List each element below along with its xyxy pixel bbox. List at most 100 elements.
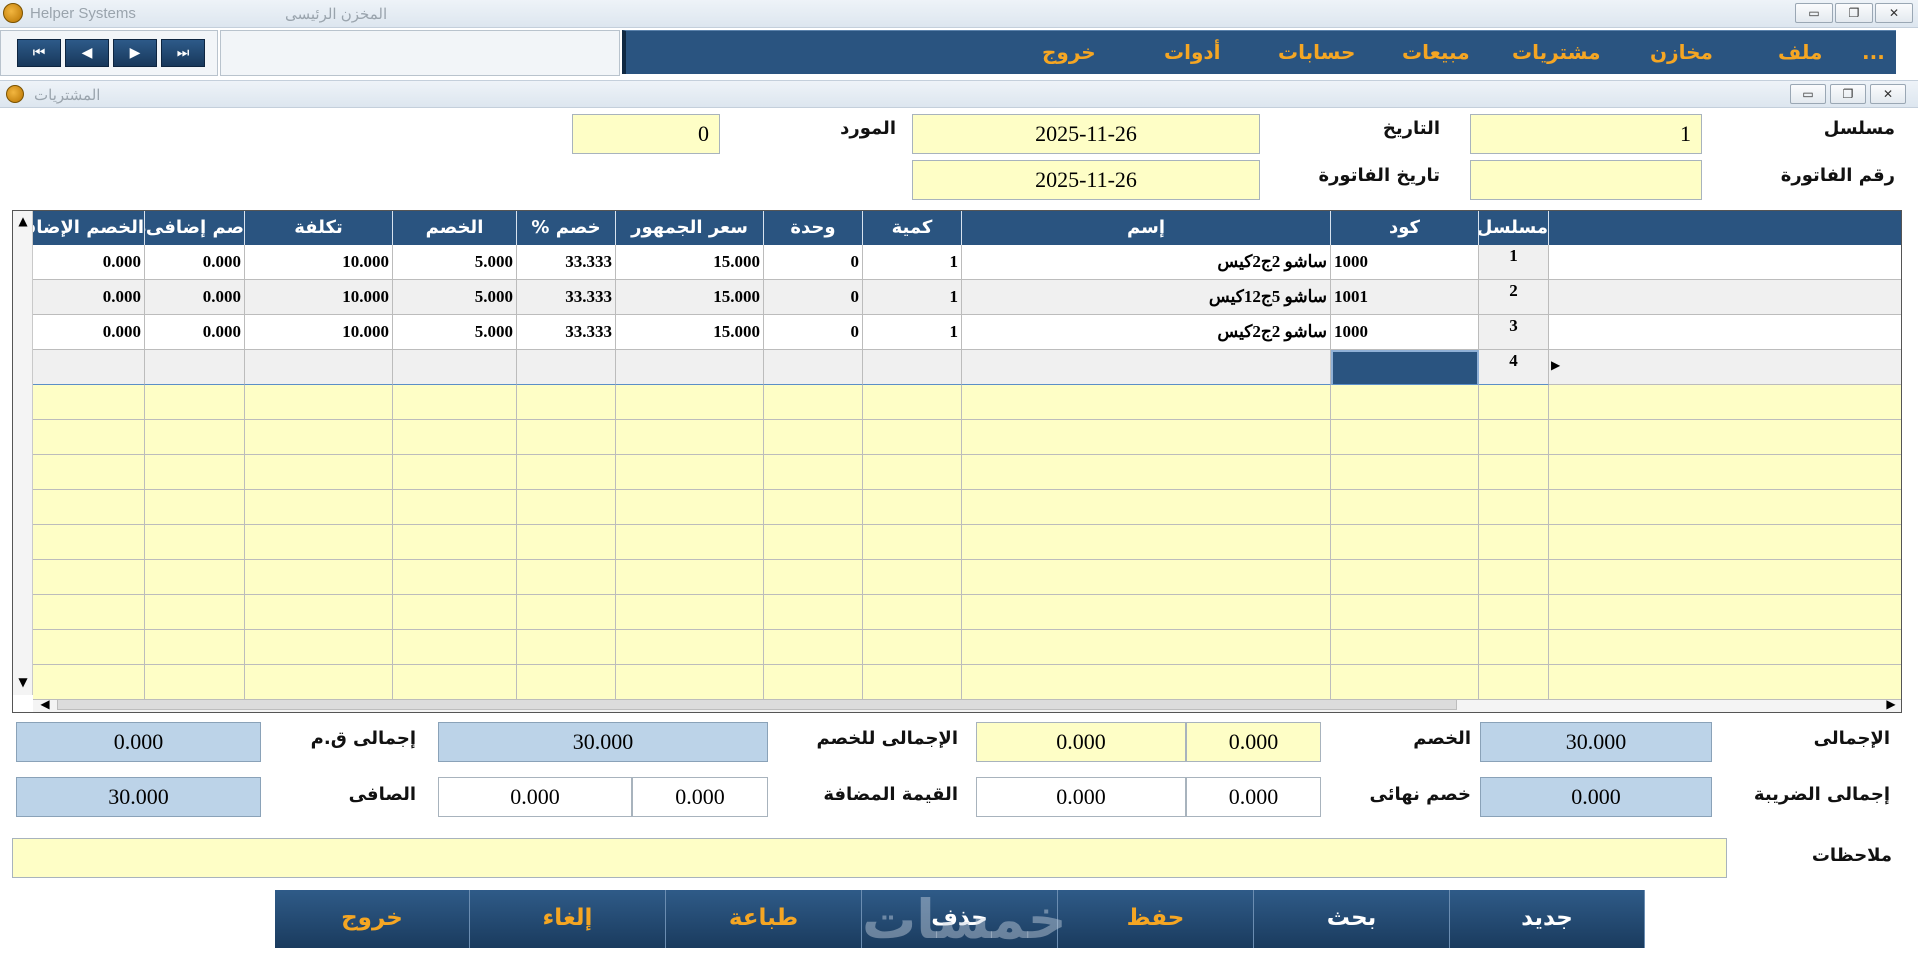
grid-cell-unit[interactable] bbox=[764, 665, 863, 700]
restore-icon[interactable]: ❐ bbox=[1835, 3, 1873, 23]
grid-cell-unit[interactable] bbox=[764, 350, 863, 385]
grid-cell-unit[interactable] bbox=[764, 595, 863, 630]
menu-item-sales[interactable]: مبيعات bbox=[1402, 37, 1470, 67]
menu-item-file[interactable]: ملف bbox=[1778, 37, 1822, 67]
first-record-button[interactable]: ⏮ bbox=[17, 39, 61, 67]
grid-cell-extra_pct[interactable] bbox=[145, 595, 245, 630]
invoice-date-input[interactable]: 2025-11-26 bbox=[912, 160, 1260, 200]
grid-cell-cost[interactable] bbox=[245, 385, 393, 420]
scroll-thumb[interactable] bbox=[57, 699, 1457, 710]
grid-cell-disc[interactable] bbox=[393, 630, 517, 665]
grid-cell-extra_disc[interactable]: 0.000 bbox=[33, 245, 145, 280]
grid-cell-disc_pct[interactable]: 33.333 bbox=[517, 245, 616, 280]
grid-cell-extra_pct[interactable] bbox=[145, 420, 245, 455]
grid-cell-name[interactable] bbox=[962, 490, 1331, 525]
grid-cell-extra_disc[interactable] bbox=[33, 490, 145, 525]
grid-cell-price[interactable] bbox=[616, 630, 764, 665]
grid-header-serial[interactable]: مسلسل bbox=[1479, 211, 1549, 245]
grid-cell-extra_pct[interactable] bbox=[145, 665, 245, 700]
grid-cell-unit[interactable] bbox=[764, 560, 863, 595]
grid-cell-extra_disc[interactable] bbox=[33, 350, 145, 385]
grid-header-disc[interactable]: الخصم bbox=[393, 211, 517, 245]
grid-cell-serial[interactable] bbox=[1479, 455, 1549, 490]
grid-cell-extra_disc[interactable]: 0.000 bbox=[33, 315, 145, 350]
grid-cell-unit[interactable]: 0 bbox=[764, 245, 863, 280]
grid-header-unit[interactable]: وحدة bbox=[764, 211, 863, 245]
invoice-number-input[interactable] bbox=[1470, 160, 1702, 200]
grid-cell-serial[interactable] bbox=[1479, 490, 1549, 525]
search-button[interactable]: بحث bbox=[1254, 890, 1450, 948]
grid-cell-serial[interactable] bbox=[1479, 560, 1549, 595]
grid-cell-extra_disc[interactable] bbox=[33, 420, 145, 455]
grid-cell-disc_pct[interactable]: 33.333 bbox=[517, 280, 616, 315]
grid-cell-disc[interactable] bbox=[393, 350, 517, 385]
grid-cell-name[interactable] bbox=[962, 455, 1331, 490]
grid-cell-price[interactable] bbox=[616, 385, 764, 420]
grid-cell-serial[interactable] bbox=[1479, 595, 1549, 630]
grid-cell-code[interactable] bbox=[1331, 665, 1479, 700]
grid-cell-qty[interactable] bbox=[863, 630, 962, 665]
grid-cell-unit[interactable] bbox=[764, 420, 863, 455]
grid-cell-price[interactable]: 15.000 bbox=[616, 245, 764, 280]
grid-cell-disc[interactable]: 5.000 bbox=[393, 245, 517, 280]
grid-cell-disc[interactable]: 5.000 bbox=[393, 280, 517, 315]
grid-cell-cost[interactable]: 10.000 bbox=[245, 245, 393, 280]
menu-item-accounts[interactable]: حسابات bbox=[1278, 37, 1355, 67]
grid-cell-name[interactable] bbox=[962, 560, 1331, 595]
grid-cell-cost[interactable]: 10.000 bbox=[245, 280, 393, 315]
final-discount-percent-input[interactable]: 0.000 bbox=[1186, 777, 1321, 817]
grid-cell-disc[interactable] bbox=[393, 560, 517, 595]
grid-cell-extra_pct[interactable]: 0.000 bbox=[145, 280, 245, 315]
grid-cell-extra_pct[interactable] bbox=[145, 525, 245, 560]
grid-cell-serial[interactable] bbox=[1479, 420, 1549, 455]
grid-header-code[interactable]: كود bbox=[1331, 211, 1479, 245]
grid-cell-extra_disc[interactable] bbox=[33, 630, 145, 665]
grid-cell-extra_pct[interactable] bbox=[145, 455, 245, 490]
grid-vertical-scrollbar[interactable]: ▲ ▼ bbox=[13, 211, 33, 695]
grid-cell-serial[interactable]: 1 bbox=[1479, 245, 1549, 280]
notes-input[interactable] bbox=[12, 838, 1727, 878]
grid-cell-extra_pct[interactable]: 0.000 bbox=[145, 315, 245, 350]
grid-cell-name[interactable] bbox=[962, 525, 1331, 560]
grid-cell-cost[interactable] bbox=[245, 420, 393, 455]
child-close-icon[interactable]: ✕ bbox=[1870, 84, 1906, 104]
grid-cell-cost[interactable] bbox=[245, 490, 393, 525]
grid-cell-name[interactable] bbox=[962, 595, 1331, 630]
grid-cell-qty[interactable] bbox=[863, 385, 962, 420]
grid-cell-price[interactable] bbox=[616, 560, 764, 595]
grid-cell-extra_pct[interactable] bbox=[145, 350, 245, 385]
minimize-icon[interactable]: ▭ bbox=[1795, 3, 1833, 23]
grid-cell-qty[interactable] bbox=[863, 490, 962, 525]
grid-cell-extra_disc[interactable] bbox=[33, 455, 145, 490]
grid-cell-extra_pct[interactable]: 0.000 bbox=[145, 245, 245, 280]
grid-header-extra_pct[interactable]: صم إضافى% bbox=[145, 211, 245, 245]
grid-cell-code[interactable] bbox=[1331, 630, 1479, 665]
grid-cell-unit[interactable] bbox=[764, 490, 863, 525]
grid-cell-disc_pct[interactable] bbox=[517, 560, 616, 595]
grid-header-price[interactable]: سعر الجمهور bbox=[616, 211, 764, 245]
grid-cell-serial[interactable] bbox=[1479, 630, 1549, 665]
grid-cell-serial[interactable]: 4 bbox=[1479, 350, 1549, 385]
grid-cell-serial[interactable] bbox=[1479, 525, 1549, 560]
grid-cell-disc_pct[interactable] bbox=[517, 595, 616, 630]
grid-cell-unit[interactable] bbox=[764, 455, 863, 490]
grid-cell-disc_pct[interactable] bbox=[517, 490, 616, 525]
supplier-input[interactable]: 0 bbox=[572, 114, 720, 154]
grid-cell-disc_pct[interactable] bbox=[517, 455, 616, 490]
grid-cell-extra_disc[interactable] bbox=[33, 595, 145, 630]
grid-cell-extra_disc[interactable] bbox=[33, 525, 145, 560]
grid-header-name[interactable]: إسم bbox=[962, 211, 1331, 245]
exit-button[interactable]: خروج bbox=[275, 890, 470, 948]
grid-cell-qty[interactable] bbox=[863, 350, 962, 385]
close-icon[interactable]: ✕ bbox=[1875, 3, 1913, 23]
grid-cell-serial[interactable]: 3 bbox=[1479, 315, 1549, 350]
grid-cell-code[interactable] bbox=[1331, 595, 1479, 630]
grid-cell-disc[interactable] bbox=[393, 525, 517, 560]
last-record-button[interactable]: ⏭ bbox=[161, 39, 205, 67]
grid-cell-code[interactable] bbox=[1331, 455, 1479, 490]
vat-percent-input[interactable]: 0.000 bbox=[632, 777, 768, 817]
grid-cell-qty[interactable]: 1 bbox=[863, 245, 962, 280]
grid-cell-disc_pct[interactable] bbox=[517, 420, 616, 455]
grid-cell-disc[interactable] bbox=[393, 595, 517, 630]
grid-cell-serial[interactable] bbox=[1479, 665, 1549, 700]
